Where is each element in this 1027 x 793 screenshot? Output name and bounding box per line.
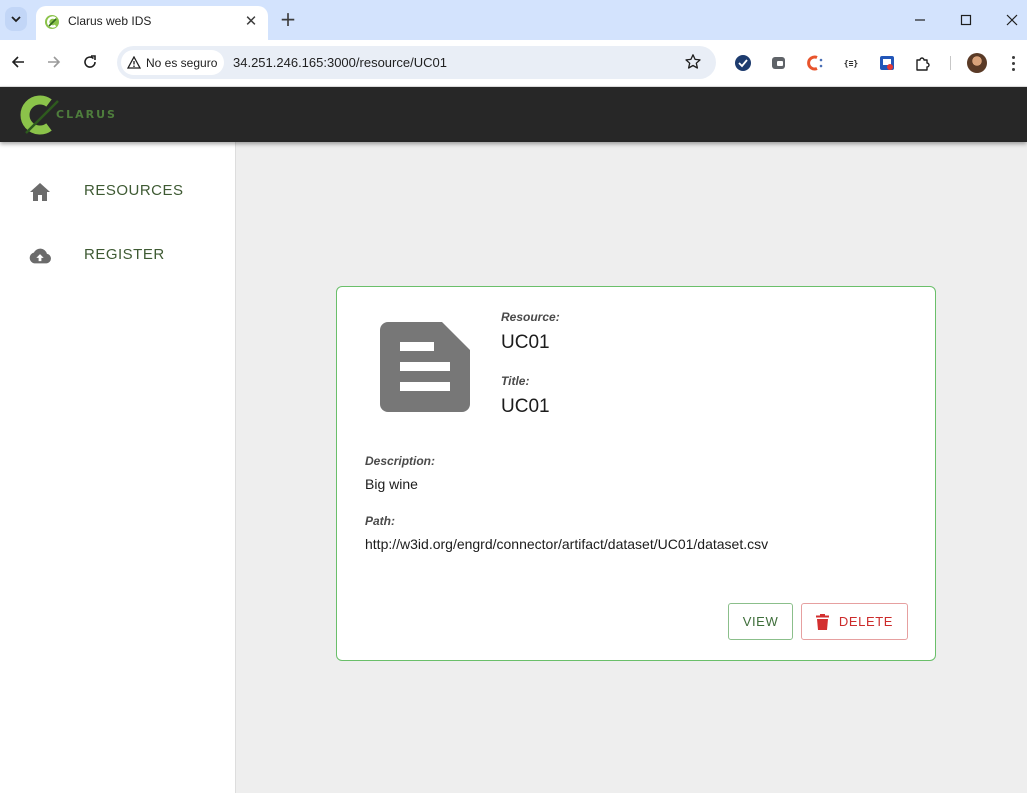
- logo-text: CLARUS: [56, 108, 117, 121]
- view-button-label: VIEW: [742, 614, 779, 629]
- extension-c-icon[interactable]: [806, 54, 824, 72]
- bookmark-star-icon[interactable]: [684, 53, 702, 71]
- title-value: UC01: [501, 396, 550, 417]
- arrow-left-icon: [11, 56, 24, 68]
- extension-puzzle-grey-icon[interactable]: [770, 54, 788, 72]
- app-header: CLARUS: [0, 87, 1027, 142]
- browser-tabstrip: Clarus web IDS ✕ +: [0, 0, 1027, 40]
- resource-label: Resource:: [501, 310, 560, 324]
- address-bar[interactable]: No es seguro 34.251.246.165:3000/resourc…: [117, 46, 716, 79]
- minimize-icon: [915, 19, 925, 21]
- close-icon: [1006, 14, 1018, 26]
- browser-toolbar: No es seguro 34.251.246.165:3000/resourc…: [0, 40, 1027, 87]
- cloud-upload-icon: [28, 244, 52, 268]
- forward-button[interactable]: [43, 51, 65, 73]
- extensions-puzzle-icon[interactable]: [914, 54, 932, 72]
- trash-icon: [815, 613, 829, 630]
- url-text[interactable]: 34.251.246.165:3000/resource/UC01: [233, 55, 447, 70]
- sidebar-item-resources[interactable]: RESOURCES: [0, 167, 235, 215]
- tab-search-button[interactable]: [5, 7, 27, 31]
- delete-button[interactable]: DELETE: [801, 603, 908, 640]
- home-icon: [28, 180, 52, 204]
- sidebar-item-register[interactable]: REGISTER: [0, 231, 235, 279]
- resource-card: Resource: UC01 Title: UC01 Description: …: [336, 286, 936, 661]
- view-button[interactable]: VIEW: [728, 603, 793, 640]
- chevron-down-icon: [11, 15, 21, 22]
- warning-icon: [127, 56, 141, 69]
- description-value: Big wine: [365, 476, 418, 492]
- sidebar-item-label: REGISTER: [84, 246, 165, 263]
- path-value: http://w3id.org/engrd/connector/artifact…: [365, 536, 769, 552]
- tab-close-icon[interactable]: ✕: [242, 12, 260, 30]
- svg-text:{≡}: {≡}: [844, 59, 859, 68]
- document-icon: [380, 322, 470, 412]
- toolbar-separator: [950, 56, 951, 70]
- window-close-button[interactable]: [1000, 8, 1024, 32]
- arrow-right-icon: [48, 56, 61, 68]
- maximize-button[interactable]: [954, 8, 978, 32]
- description-label: Description:: [365, 454, 436, 468]
- reload-icon: [84, 55, 96, 68]
- reload-button[interactable]: [79, 51, 101, 73]
- clarus-logo[interactable]: CLARUS: [18, 93, 128, 137]
- path-label: Path:: [365, 514, 395, 528]
- browser-tab-active[interactable]: Clarus web IDS ✕: [36, 6, 268, 40]
- extension-blue-square-icon[interactable]: [878, 54, 896, 72]
- resource-value: UC01: [501, 332, 550, 353]
- security-chip[interactable]: No es seguro: [121, 50, 225, 75]
- back-button[interactable]: [7, 51, 29, 73]
- security-label: No es seguro: [146, 55, 218, 70]
- clarus-favicon-icon: [45, 15, 59, 29]
- profile-avatar[interactable]: [967, 53, 987, 73]
- tab-title: Clarus web IDS: [68, 14, 152, 28]
- browser-menu-button[interactable]: [1006, 53, 1020, 73]
- sidebar: RESOURCES REGISTER: [0, 142, 236, 793]
- maximize-icon: [960, 14, 972, 26]
- minimize-button[interactable]: [908, 8, 932, 32]
- title-label: Title:: [501, 374, 530, 388]
- new-tab-button[interactable]: +: [278, 7, 298, 31]
- sidebar-item-label: RESOURCES: [84, 182, 184, 199]
- extension-json-icon[interactable]: {≡}: [842, 54, 860, 72]
- delete-button-label: DELETE: [838, 614, 894, 629]
- extension-check-icon[interactable]: [734, 54, 752, 72]
